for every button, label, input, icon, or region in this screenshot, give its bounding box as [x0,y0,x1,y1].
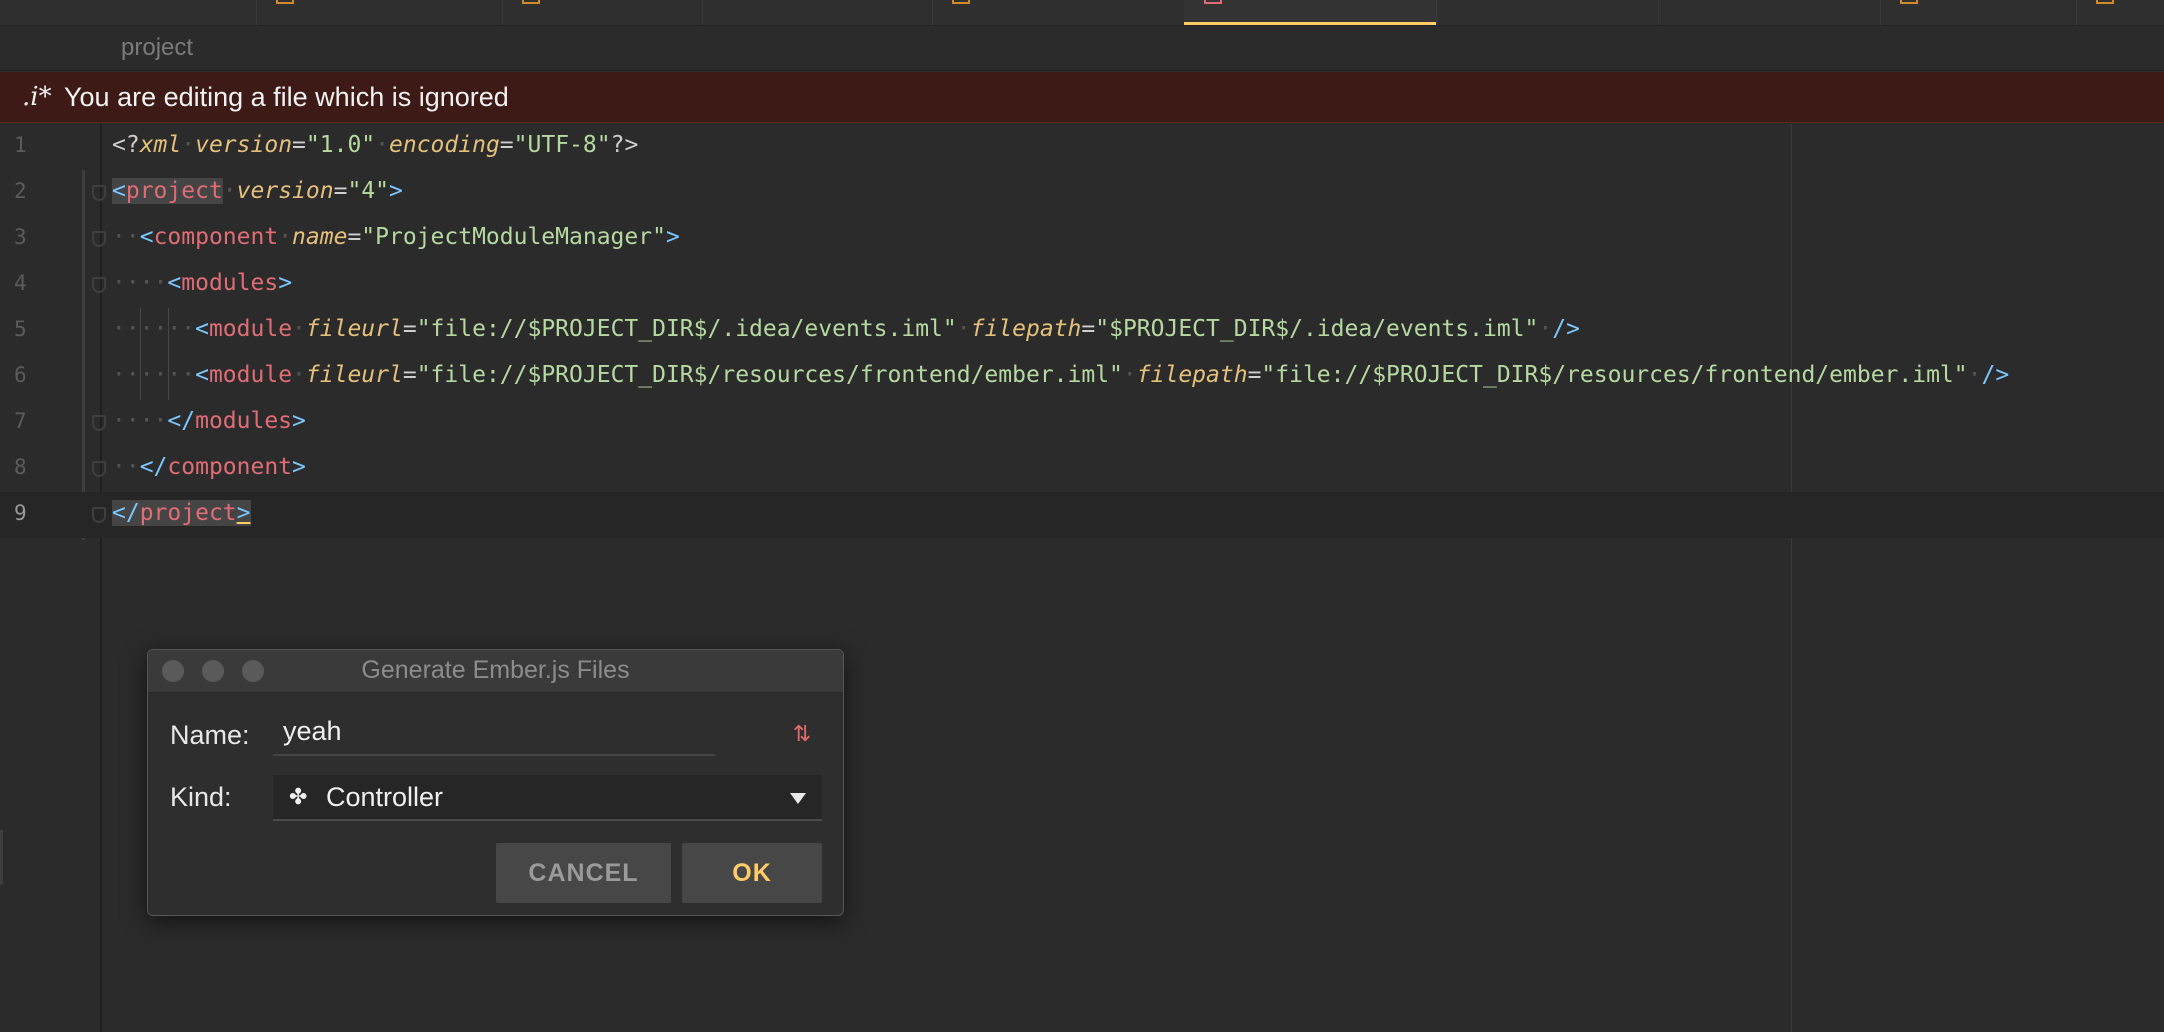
editor-tab-active[interactable] [1184,0,1437,25]
fold-icon[interactable] [92,231,106,247]
code-line[interactable]: 2 <project·version="4"> [0,170,2164,216]
code-text: ··</component> [112,454,306,480]
kind-select[interactable]: ✤ Controller [273,775,822,821]
file-icon [952,0,970,4]
code-text: <project·version="4"> [112,178,403,204]
chevron-down-icon [790,793,806,804]
fold-icon[interactable] [92,461,106,477]
code-text: ····<modules> [112,270,293,296]
editor-tab[interactable] [1880,0,2077,25]
code-text: </project> [112,500,251,526]
line-number: 2 [14,179,27,203]
ignored-file-banner: .i* You are editing a file which is igno… [0,72,2164,123]
editor-tab[interactable] [702,0,933,25]
editor-tab[interactable] [2076,0,2164,25]
code-line[interactable]: 7 ····</modules> [0,400,2164,446]
fold-icon[interactable] [92,277,106,293]
kind-selected-value: Controller [326,782,444,812]
ok-button[interactable]: OK [682,843,822,903]
code-line[interactable]: 4 ····<modules> [0,262,2164,308]
code-text: <?xml·version="1.0"·encoding="UTF-8"?> [112,132,639,158]
xml-file-icon [1204,0,1222,4]
line-number: 9 [14,501,27,525]
editor-tab[interactable] [932,0,1185,25]
puzzle-icon: ✤ [289,785,308,810]
line-number: 3 [14,225,27,249]
editor-tab[interactable] [1436,0,1659,25]
active-tab-indicator [1184,22,1436,25]
editor-tab[interactable] [1658,0,1881,25]
ide-window: project .i* You are editing a file which… [0,0,2164,1032]
name-input[interactable]: yeah [273,712,715,756]
code-line[interactable]: 1 <?xml·version="1.0"·encoding="UTF-8"?> [0,124,2164,170]
line-number: 6 [14,363,27,387]
breadcrumb-item[interactable]: project [121,34,193,62]
code-text: ··<component·name="ProjectModuleManager"… [112,224,680,250]
scroll-indicator [0,830,3,885]
code-line[interactable]: 5 ······<module·fileurl="file://$PROJECT… [0,308,2164,354]
line-number: 5 [14,317,27,341]
editor-tab[interactable] [0,0,257,25]
code-text: ······<module·fileurl="file://$PROJECT_D… [112,362,2010,388]
code-text: ····</modules> [112,408,306,434]
editor-tab-bar [0,0,2164,26]
code-line[interactable]: 6 ······<module·fileurl="file://$PROJECT… [0,354,2164,400]
fold-icon[interactable] [92,185,106,201]
code-line[interactable]: 3 ··<component·name="ProjectModuleManage… [0,216,2164,262]
line-number: 8 [14,455,27,479]
editor-tab[interactable] [256,0,503,25]
swap-icon[interactable]: ⇅ [791,722,813,748]
code-text: ······<module·fileurl="file://$PROJECT_D… [112,316,1580,342]
breadcrumb: project [0,26,2164,71]
banner-message: You are editing a file which is ignored [64,82,509,112]
line-number: 4 [14,271,27,295]
dialog-titlebar[interactable]: Generate Ember.js Files [148,650,843,693]
editor-tab[interactable] [502,0,703,25]
line-number: 1 [14,133,27,157]
code-line[interactable]: 8 ··</component> [0,446,2164,492]
name-label: Name: [170,720,250,750]
fold-icon[interactable] [92,507,106,523]
code-line-current[interactable]: 9 </project> [0,492,2164,538]
generate-ember-dialog: Generate Ember.js Files Name: yeah ⇅ Kin… [147,649,844,916]
fold-icon[interactable] [92,415,106,431]
gitignore-icon: .i* [22,82,52,112]
file-icon [276,0,294,4]
file-icon [522,0,540,4]
file-icon [2096,0,2114,4]
kind-label: Kind: [170,782,232,812]
line-number: 7 [14,409,27,433]
cancel-button[interactable]: CANCEL [496,843,671,903]
dialog-title: Generate Ember.js Files [361,656,630,684]
file-icon [1900,0,1918,4]
